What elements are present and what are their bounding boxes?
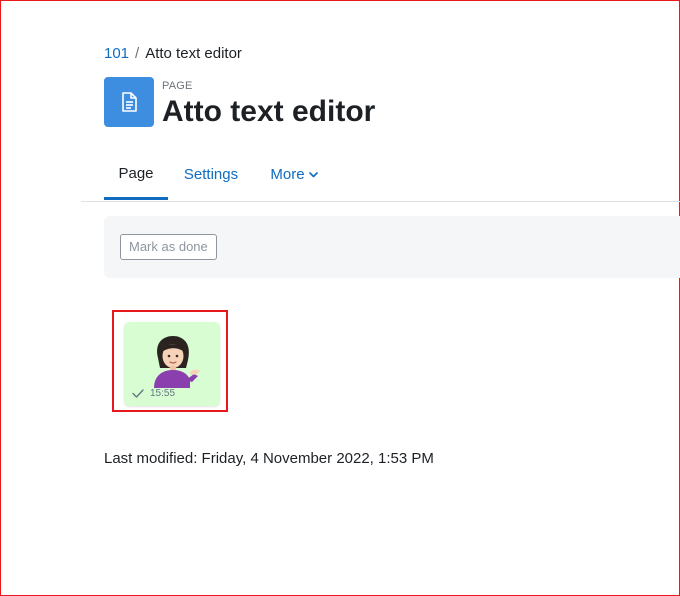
tab-more[interactable]: More bbox=[261, 149, 327, 200]
page-document-icon bbox=[104, 77, 154, 127]
tab-page[interactable]: Page bbox=[104, 149, 168, 200]
sticker-meta: 15:55 bbox=[132, 388, 175, 399]
breadcrumb-current: Atto text editor bbox=[145, 45, 242, 62]
secondary-navigation: Page Settings More bbox=[81, 149, 680, 202]
tab-page-label: Page bbox=[118, 164, 154, 182]
sticker-time: 15:55 bbox=[150, 388, 176, 399]
sticker-highlight-outline: 15:55 bbox=[112, 310, 228, 412]
chevron-down-icon bbox=[308, 171, 318, 178]
check-icon bbox=[132, 389, 144, 398]
tab-more-label: More bbox=[270, 166, 305, 183]
activity-type-label: PAGE bbox=[162, 80, 193, 92]
tab-settings-label: Settings bbox=[183, 166, 239, 183]
mark-as-done-button[interactable]: Mark as done bbox=[120, 234, 217, 260]
screenshot-frame bbox=[0, 0, 680, 596]
page-title: Atto text editor bbox=[162, 95, 376, 128]
breadcrumb-separator: / bbox=[135, 45, 140, 62]
breadcrumb-course-link[interactable]: 101 bbox=[104, 45, 129, 62]
activity-completion-bar: Mark as done bbox=[104, 216, 680, 278]
woman-tipping-hand-emoji bbox=[154, 336, 200, 388]
breadcrumb: 101 / Atto text editor bbox=[104, 45, 242, 63]
sticker-message-bubble[interactable]: 15:55 bbox=[124, 322, 220, 406]
last-modified-text: Last modified: Friday, 4 November 2022, … bbox=[104, 450, 434, 467]
tab-settings[interactable]: Settings bbox=[177, 149, 245, 200]
document-icon-glyph bbox=[122, 92, 137, 112]
